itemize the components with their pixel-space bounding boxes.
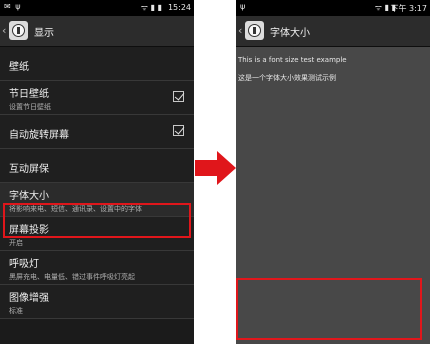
item-label: 图像增强 bbox=[9, 293, 49, 304]
item-label: 字体大小 bbox=[9, 191, 49, 202]
list-item-daydream[interactable]: 互动屏保 bbox=[0, 149, 194, 183]
signal-battery-icon: ᯤ ▮ ▮ bbox=[140, 3, 162, 12]
status-bar: ✉ ψ ᯤ ▮ ▮ 15:24 bbox=[0, 0, 194, 16]
left-phone-screen: ✉ ψ ᯤ ▮ ▮ 15:24 ‹ 显示 壁纸 节日壁纸 设置节日壁纸 自动旋转… bbox=[0, 0, 194, 344]
right-arrow-icon bbox=[195, 151, 236, 185]
item-label: 互动屏保 bbox=[9, 164, 49, 175]
notification-icons: ✉ ψ bbox=[4, 2, 22, 11]
checkbox-icon[interactable] bbox=[173, 91, 184, 102]
status-bar: ψ ᯤ ▮ ▮ 下午 3:17 bbox=[236, 0, 430, 16]
list-item-font-size[interactable]: 字体大小 将影响来电、短信、通讯录、设置中的字体 bbox=[0, 183, 194, 217]
item-summary: 设置节日壁纸 bbox=[9, 103, 51, 111]
back-icon[interactable]: ‹ bbox=[2, 24, 6, 37]
back-icon[interactable]: ‹ bbox=[238, 24, 242, 37]
page-title: 字体大小 bbox=[270, 28, 310, 39]
item-label: 呼吸灯 bbox=[9, 259, 39, 270]
preview-text-chinese: 这是一个字体大小效果测试示例 bbox=[238, 74, 336, 82]
checkbox-icon[interactable] bbox=[173, 125, 184, 136]
page-title: 显示 bbox=[34, 28, 54, 39]
item-label: 自动旋转屏幕 bbox=[9, 130, 69, 141]
action-bar[interactable]: ‹ 字体大小 bbox=[236, 16, 430, 47]
list-item-holiday-wallpaper[interactable]: 节日壁纸 设置节日壁纸 bbox=[0, 81, 194, 115]
action-bar[interactable]: ‹ 显示 bbox=[0, 16, 194, 47]
list-item-image-enhance[interactable]: 图像增强 标准 bbox=[0, 285, 194, 319]
list-item-wallpaper[interactable]: 壁纸 bbox=[0, 47, 194, 81]
settings-app-icon[interactable] bbox=[9, 21, 28, 40]
settings-list: 壁纸 节日壁纸 设置节日壁纸 自动旋转屏幕 互动屏保 字体大小 将影响来电、短信… bbox=[0, 47, 194, 319]
list-item-screen-cast[interactable]: 屏幕投影 开启 bbox=[0, 217, 194, 251]
item-summary: 黑屏充电、电量低、错过事件呼吸灯亮起 bbox=[9, 273, 135, 281]
list-item-auto-rotate[interactable]: 自动旋转屏幕 bbox=[0, 115, 194, 149]
settings-app-icon[interactable] bbox=[245, 21, 264, 40]
list-item-breathing-light[interactable]: 呼吸灯 黑屏充电、电量低、错过事件呼吸灯亮起 bbox=[0, 251, 194, 285]
item-summary: 将影响来电、短信、通讯录、设置中的字体 bbox=[9, 205, 142, 213]
item-label: 屏幕投影 bbox=[9, 225, 49, 236]
item-summary: 标准 bbox=[9, 307, 23, 315]
clock: 下午 3:17 bbox=[390, 4, 427, 13]
clock: 15:24 bbox=[167, 3, 191, 12]
highlight-box bbox=[236, 278, 422, 340]
notification-icons: ψ bbox=[240, 2, 247, 11]
item-label: 节日壁纸 bbox=[9, 89, 49, 100]
item-summary: 开启 bbox=[9, 239, 23, 247]
item-label: 壁纸 bbox=[9, 62, 29, 73]
preview-text-english: This is a font size test example bbox=[238, 56, 347, 64]
